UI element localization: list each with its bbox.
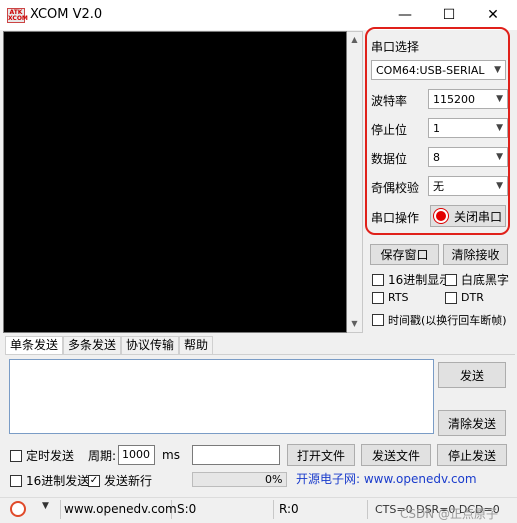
receive-scrollbar[interactable]: ▲ ▼ bbox=[347, 31, 363, 333]
maximize-button[interactable]: ☐ bbox=[427, 0, 471, 30]
checkbox-box[interactable] bbox=[10, 449, 22, 462]
status-website[interactable]: www.openedv.com bbox=[60, 500, 177, 519]
checkbox-box[interactable] bbox=[445, 291, 457, 304]
check-icon[interactable]: ✓ bbox=[88, 474, 100, 487]
open-file-button[interactable]: 打开文件 bbox=[287, 444, 355, 466]
chevron-down-icon[interactable]: ▼ bbox=[42, 501, 49, 511]
port-status-led-icon bbox=[433, 209, 448, 223]
port-select[interactable]: COM64:USB-SERIAL ▼ bbox=[371, 60, 506, 80]
parity-label: 奇偶校验 bbox=[371, 181, 420, 195]
send-tabs: 单条发送 多条发送 协议传输 帮助 bbox=[5, 336, 214, 354]
progress-percent: 0% bbox=[265, 473, 283, 486]
dtr-checkbox[interactable]: DTR bbox=[445, 291, 484, 304]
scroll-down-icon[interactable]: ▼ bbox=[347, 316, 362, 332]
period-label: 周期: bbox=[88, 449, 117, 463]
receive-textarea[interactable] bbox=[3, 31, 347, 333]
timed-send-label: 定时发送 bbox=[26, 449, 75, 463]
settings-gear-icon[interactable] bbox=[10, 501, 26, 517]
file-path-input[interactable] bbox=[192, 445, 280, 465]
data-bits-select[interactable]: 8 ▼ bbox=[428, 147, 508, 167]
tab-multi-send[interactable]: 多条发送 bbox=[63, 336, 122, 354]
data-bits-label: 数据位 bbox=[371, 152, 408, 166]
checkbox-box[interactable] bbox=[445, 273, 457, 286]
dtr-label: DTR bbox=[461, 291, 484, 304]
hex-display-label: 16进制显示 bbox=[388, 273, 452, 287]
port-value: COM64:USB-SERIAL bbox=[376, 63, 485, 77]
data-bits-value: 8 bbox=[433, 150, 440, 164]
chevron-down-icon: ▼ bbox=[494, 65, 501, 75]
stop-bits-select[interactable]: 1 ▼ bbox=[428, 118, 508, 138]
tab-help[interactable]: 帮助 bbox=[179, 336, 214, 354]
watermark-text: CSDN @正点原子 bbox=[400, 507, 499, 521]
white-bg-checkbox[interactable]: 白底黑字 bbox=[445, 271, 509, 288]
period-unit: ms bbox=[162, 448, 180, 462]
period-input[interactable]: 1000 bbox=[118, 445, 155, 465]
send-newline-label: 发送新行 bbox=[104, 474, 153, 488]
chevron-down-icon: ▼ bbox=[496, 94, 503, 104]
rts-checkbox[interactable]: RTS bbox=[372, 291, 409, 304]
tab-protocol[interactable]: 协议传输 bbox=[121, 336, 180, 354]
timed-send-checkbox[interactable]: 定时发送 bbox=[10, 447, 74, 464]
baud-value: 115200 bbox=[433, 92, 475, 106]
parity-value: 无 bbox=[433, 180, 444, 193]
timestamp-label: 时间戳(以换行回车断帧) bbox=[388, 314, 507, 327]
port-op-label: 串口操作 bbox=[371, 211, 420, 225]
close-port-label: 关闭串口 bbox=[453, 209, 502, 224]
close-port-button[interactable]: 关闭串口 bbox=[430, 205, 506, 227]
site-link[interactable]: 开源电子网: www.openedv.com bbox=[296, 470, 477, 487]
baud-label: 波特率 bbox=[371, 94, 408, 108]
rts-label: RTS bbox=[388, 291, 409, 304]
baud-select[interactable]: 115200 ▼ bbox=[428, 89, 508, 109]
chevron-down-icon: ▼ bbox=[496, 181, 503, 191]
white-bg-label: 白底黑字 bbox=[461, 273, 510, 287]
chevron-down-icon: ▼ bbox=[496, 123, 503, 133]
hex-send-checkbox[interactable]: 16进制发送 bbox=[10, 472, 89, 489]
minimize-button[interactable]: — bbox=[383, 0, 427, 30]
checkbox-box[interactable] bbox=[372, 273, 384, 286]
timestamp-checkbox[interactable]: 时间戳(以换行回车断帧) bbox=[372, 312, 507, 328]
checkbox-box[interactable] bbox=[10, 474, 22, 487]
app-logo-icon: ATK XCOM bbox=[7, 8, 28, 23]
chevron-down-icon: ▼ bbox=[496, 152, 503, 162]
tab-single-send[interactable]: 单条发送 bbox=[5, 336, 64, 354]
clear-send-button[interactable]: 清除发送 bbox=[438, 410, 506, 436]
hex-send-label: 16进制发送 bbox=[26, 474, 90, 488]
close-button[interactable]: ✕ bbox=[471, 0, 515, 30]
save-window-button[interactable]: 保存窗口 bbox=[370, 244, 439, 265]
clear-receive-button[interactable]: 清除接收 bbox=[443, 244, 508, 265]
status-sent-count: S:0 bbox=[174, 500, 274, 519]
parity-select[interactable]: 无 ▼ bbox=[428, 176, 508, 196]
window-title: XCOM V2.0 bbox=[30, 7, 103, 22]
stop-bits-label: 停止位 bbox=[371, 123, 408, 137]
checkbox-box[interactable] bbox=[372, 291, 384, 304]
scroll-up-icon[interactable]: ▲ bbox=[347, 32, 362, 48]
checkbox-box[interactable] bbox=[372, 314, 384, 326]
send-file-button[interactable]: 发送文件 bbox=[361, 444, 431, 466]
send-textarea[interactable] bbox=[9, 359, 434, 434]
status-received-count: R:0 bbox=[276, 500, 368, 519]
send-newline-checkbox[interactable]: ✓ 发送新行 bbox=[88, 472, 152, 489]
port-label: 串口选择 bbox=[371, 40, 420, 54]
stop-bits-value: 1 bbox=[433, 121, 440, 135]
hex-display-checkbox[interactable]: 16进制显示 bbox=[372, 271, 451, 288]
stop-send-button[interactable]: 停止发送 bbox=[437, 444, 507, 466]
tab-divider bbox=[5, 354, 515, 355]
send-button[interactable]: 发送 bbox=[438, 362, 506, 388]
